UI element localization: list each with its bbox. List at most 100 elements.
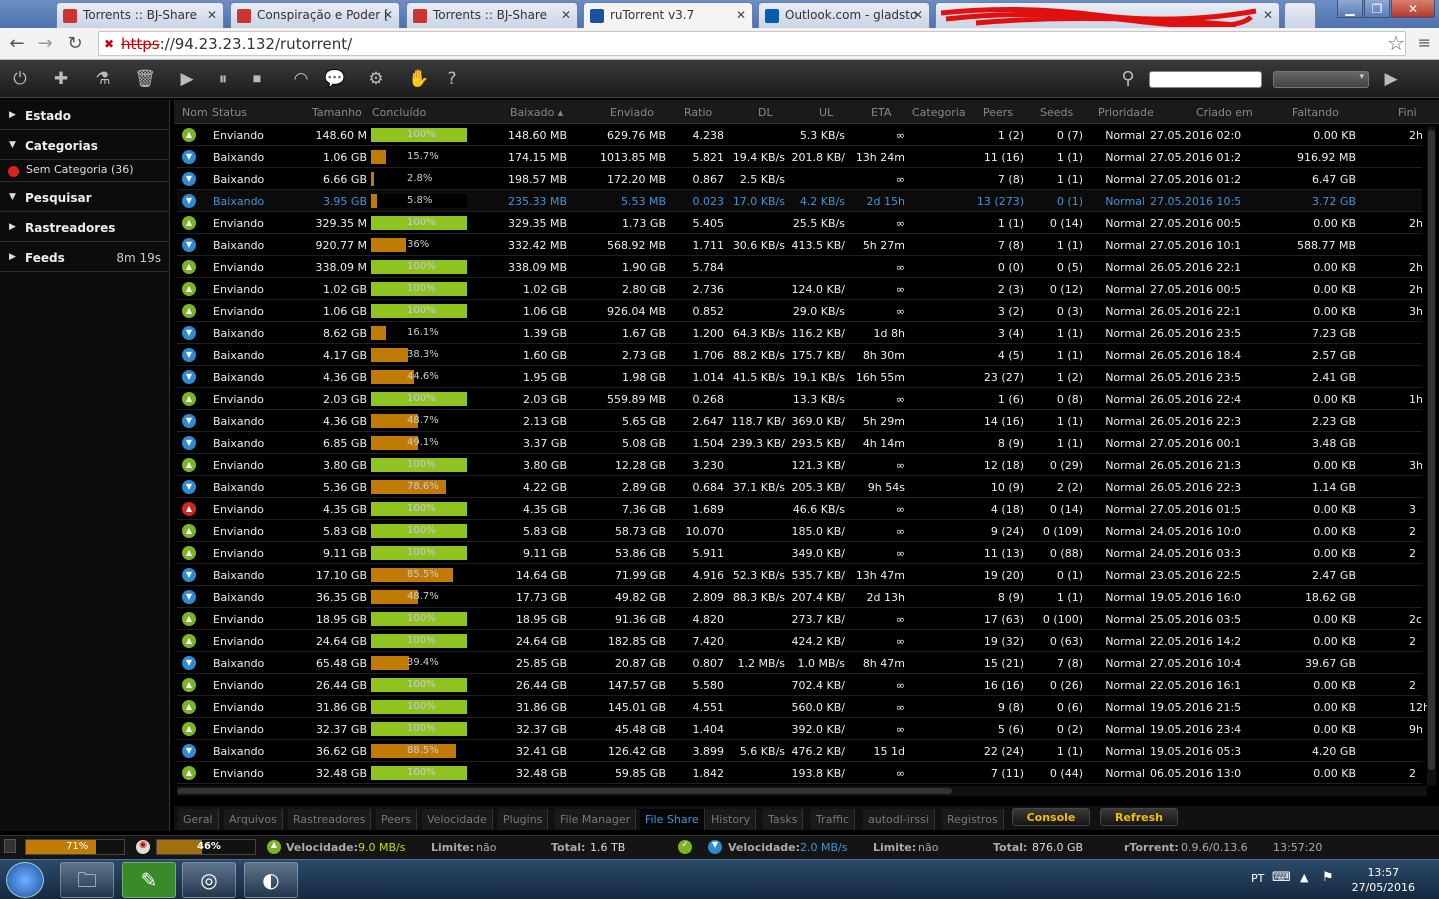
col-tamanho[interactable]: Tamanho: [312, 106, 362, 119]
table-row[interactable]: ▲ Enviando 2.03 GB 2.03 GB 559.89 MB 0.268 13.…: [177, 388, 1423, 410]
horizontal-scroll-thumb[interactable]: [177, 788, 952, 794]
bookmark-star-icon[interactable]: ☆: [1387, 31, 1405, 55]
table-row[interactable]: ▼ Baixando 5.36 GB 4.22 GB 2.89 GB 0.684 37.1 …: [177, 476, 1422, 498]
close-tab-icon[interactable]: ✕: [207, 8, 217, 22]
power-icon[interactable]: ⏻: [9, 68, 31, 90]
table-row[interactable]: ▼ Baixando 8.62 GB 1.39 GB 1.67 GB 1.200 64.3 …: [177, 322, 1422, 344]
chat-icon[interactable]: 💬: [324, 68, 346, 90]
tab-registros[interactable]: Registros: [942, 809, 1004, 830]
table-row[interactable]: ▲ Enviando 32.48 GB 32.48 GB 59.85 GB 1.842 19…: [177, 762, 1422, 784]
sidebar-estado[interactable]: ▶ Estado: [0, 100, 169, 130]
table-row[interactable]: ▼ Baixando 3.95 GB 235.33 MB 5.53 MB 0.023 17.…: [177, 190, 1422, 212]
col-faltando[interactable]: Faltando: [1292, 106, 1339, 119]
table-row[interactable]: ▼ Baixando 6.85 GB 3.37 GB 5.08 GB 1.504 239.3…: [177, 432, 1422, 454]
plugins-hand-icon[interactable]: ✋: [408, 68, 430, 90]
add-torrent-icon[interactable]: ✚: [50, 68, 72, 90]
col-nom[interactable]: Nom: [182, 106, 208, 119]
search-icon[interactable]: ⚲: [1117, 68, 1139, 90]
start-button[interactable]: [6, 862, 44, 898]
start-icon[interactable]: ▶: [176, 68, 198, 90]
tab-peers[interactable]: Peers: [376, 809, 418, 830]
tab-traffic[interactable]: Traffic: [811, 809, 856, 830]
forward-icon[interactable]: →: [34, 33, 56, 55]
table-row[interactable]: ▲ Enviando 338.09 M 338.09 MB 1.90 GB 5.784 ∞ 0…: [177, 256, 1423, 278]
back-icon[interactable]: ←: [6, 33, 28, 55]
browser-tab[interactable]: Outlook.com - gladsto ✕: [758, 2, 930, 28]
col-fini[interactable]: Fini: [1398, 106, 1417, 119]
col-enviado[interactable]: Enviado: [610, 106, 654, 119]
col-categoria[interactable]: Categoria: [912, 106, 966, 119]
col-eta[interactable]: ETA: [871, 106, 891, 119]
system-clock[interactable]: 13:57 27/05/2016: [1352, 865, 1415, 895]
explorer-icon[interactable]: 🗀: [60, 862, 114, 898]
col-ul[interactable]: UL: [819, 106, 833, 119]
col-status[interactable]: Status: [212, 106, 247, 119]
browser-tab[interactable]: Torrents :: BJ-Share ✕: [56, 2, 224, 28]
tray-arrow-icon[interactable]: ▲: [1300, 871, 1308, 884]
tab-file-manager[interactable]: File Manager: [555, 809, 637, 830]
table-row[interactable]: ▲ Enviando 26.44 GB 26.44 GB 147.57 GB 5.580 7…: [177, 674, 1422, 696]
table-row[interactable]: ▼ Baixando 36.35 GB 17.73 GB 49.82 GB 2.809 88…: [177, 586, 1422, 608]
tab-velocidade[interactable]: Velocidade: [422, 809, 493, 830]
col-baixado[interactable]: Baixado ▴: [510, 106, 563, 119]
col-ratio[interactable]: Ratio: [684, 106, 712, 119]
tab-arquivos[interactable]: Arquivos: [224, 809, 283, 830]
col-concluido[interactable]: Concluído: [372, 106, 426, 119]
app-red-icon[interactable]: ◐: [244, 862, 298, 898]
tab-autodl-irssi[interactable]: autodl-irssi: [863, 809, 935, 830]
browser-tab[interactable]: Torrents :: BJ-Share ✕: [406, 2, 578, 28]
minimize-icon[interactable]: ▁: [1337, 0, 1363, 18]
table-row[interactable]: ▲ Enviando 5.83 GB 5.83 GB 58.73 GB 10.070 185…: [177, 520, 1422, 542]
keyboard-icon[interactable]: ⌨: [1272, 870, 1291, 885]
table-row[interactable]: ▲ Enviando 31.86 GB 31.86 GB 145.01 GB 4.551 5…: [177, 696, 1430, 718]
help-icon[interactable]: ?: [441, 68, 463, 90]
refresh-button[interactable]: Refresh: [1100, 808, 1178, 826]
table-row[interactable]: ▲ Enviando 1.06 GB 1.06 GB 926.04 MB 0.852 29.…: [177, 300, 1423, 322]
rss-icon[interactable]: ◠: [290, 68, 312, 90]
close-tab-icon[interactable]: ✕: [736, 8, 746, 22]
download-limit[interactable]: não: [918, 841, 938, 854]
sidebar-rastreadores[interactable]: ▶ Rastreadores: [0, 212, 169, 242]
table-row[interactable]: ▼ Baixando 17.10 GB 14.64 GB 71.99 GB 4.916 52…: [177, 564, 1422, 586]
create-torrent-icon[interactable]: ⚗: [92, 68, 114, 90]
col-prioridade[interactable]: Prioridade: [1098, 106, 1154, 119]
search-input[interactable]: [1149, 71, 1262, 88]
console-button[interactable]: Console: [1012, 808, 1090, 826]
table-row[interactable]: ▼ Baixando 4.36 GB 2.13 GB 5.65 GB 2.647 118.7…: [177, 410, 1422, 432]
flag-icon[interactable]: ⚑: [1322, 870, 1334, 885]
table-row[interactable]: ▼ Baixando 36.62 GB 32.41 GB 126.42 GB 3.899 5…: [177, 740, 1422, 762]
chrome-icon[interactable]: ◎: [182, 862, 236, 898]
settings-gear-icon[interactable]: ⚙: [365, 68, 387, 90]
close-tab-icon[interactable]: ✕: [383, 8, 393, 22]
sidebar-pesquisar[interactable]: ▼ Pesquisar: [0, 182, 169, 212]
table-row[interactable]: ▼ Baixando 6.66 GB 198.57 MB 172.20 MB 0.867 2…: [177, 168, 1422, 190]
sidebar-item-sem-categoria[interactable]: Sem Categoria (36): [0, 160, 169, 182]
table-row[interactable]: ▼ Baixando 920.77 M 332.42 MB 568.92 MB 1.711…: [177, 234, 1422, 256]
pause-icon[interactable]: ⏸: [212, 68, 234, 90]
table-row[interactable]: ▲ Enviando 3.80 GB 3.80 GB 12.28 GB 3.230 121.…: [177, 454, 1423, 476]
close-window-icon[interactable]: ✕: [1391, 0, 1435, 18]
language-indicator[interactable]: PT: [1251, 872, 1264, 885]
search-go-icon[interactable]: ▶: [1380, 68, 1402, 90]
stop-icon[interactable]: ⏹: [246, 68, 268, 90]
sidebar-feeds[interactable]: ▶ Feeds 8m 19s: [0, 242, 169, 272]
col-seeds[interactable]: Seeds: [1040, 106, 1073, 119]
tab-tasks[interactable]: Tasks: [763, 809, 804, 830]
browser-tab-redacted[interactable]: ✕: [935, 2, 1280, 28]
chrome-menu-icon[interactable]: ≡: [1418, 33, 1431, 52]
table-row[interactable]: ▼ Baixando 4.36 GB 1.95 GB 1.98 GB 1.014 41.5 …: [177, 366, 1422, 388]
table-row[interactable]: ▲ Enviando 32.37 GB 32.37 GB 45.48 GB 1.404 39…: [177, 718, 1423, 740]
table-row[interactable]: ▲ Enviando 148.60 M 148.60 MB 629.76 MB 4.238…: [177, 124, 1423, 146]
table-row[interactable]: ▼ Baixando 1.06 GB 174.15 MB 1013.85 MB 5.821…: [177, 146, 1422, 168]
col-criado-em[interactable]: Criado em: [1196, 106, 1253, 119]
close-tab-icon[interactable]: ✕: [1263, 8, 1273, 22]
close-tab-icon[interactable]: ✕: [913, 8, 923, 22]
table-row[interactable]: ▼ Baixando 65.48 GB 25.85 GB 20.87 GB 0.807 1.…: [177, 652, 1422, 674]
new-tab-button[interactable]: [1284, 2, 1316, 28]
app-green-icon[interactable]: ✎: [122, 862, 176, 898]
table-row[interactable]: ▲ Enviando 4.35 GB 4.35 GB 7.36 GB 1.689 46.6 …: [177, 498, 1422, 520]
url-input[interactable]: ✖ https://94.23.23.132/rutorrent/: [98, 31, 1406, 56]
search-engine-select[interactable]: ▾: [1273, 71, 1369, 88]
table-row[interactable]: ▲ Enviando 24.64 GB 24.64 GB 182.85 GB 7.420 4…: [177, 630, 1422, 652]
vertical-scroll-thumb[interactable]: [1428, 130, 1435, 770]
